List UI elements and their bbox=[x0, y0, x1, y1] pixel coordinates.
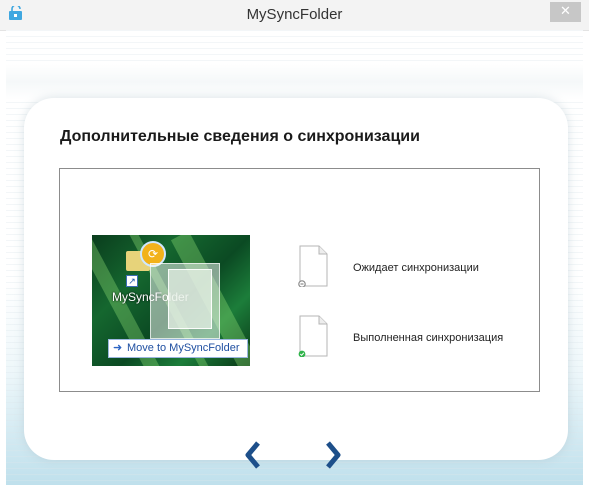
title-bar: MySyncFolder ✕ bbox=[0, 0, 589, 31]
page-title: Дополнительные сведения о синхронизации bbox=[60, 128, 420, 145]
window-title: MySyncFolder bbox=[246, 6, 343, 23]
chevron-right-icon[interactable] bbox=[322, 440, 344, 470]
dragged-file-icon bbox=[168, 269, 212, 329]
move-arrow-icon: ➜ bbox=[113, 342, 123, 354]
window-background: Дополнительные сведения о синхронизации … bbox=[6, 30, 583, 485]
content-panel: ⟳ ↗ MySyncFolder ➜ Move to MySyncFolder … bbox=[59, 168, 540, 392]
status-label-synced: Выполненная синхронизация bbox=[353, 332, 504, 344]
drag-illustration: ⟳ ↗ MySyncFolder ➜ Move to MySyncFolder bbox=[92, 235, 250, 366]
menu-item-label: Move to MySyncFolder bbox=[127, 342, 240, 354]
chevron-left-icon[interactable] bbox=[242, 440, 264, 470]
synced-document-icon bbox=[298, 315, 328, 357]
context-menu-item: ➜ Move to MySyncFolder bbox=[108, 339, 248, 358]
close-button[interactable]: ✕ bbox=[550, 2, 581, 22]
pending-document-icon bbox=[298, 245, 328, 287]
shortcut-arrow-icon: ↗ bbox=[126, 275, 138, 287]
status-label-pending: Ожидает синхронизации bbox=[353, 262, 479, 274]
status-synced: Выполненная синхронизация bbox=[297, 315, 537, 361]
info-card: Дополнительные сведения о синхронизации … bbox=[24, 98, 568, 460]
status-pending: Ожидает синхронизации bbox=[297, 245, 537, 291]
